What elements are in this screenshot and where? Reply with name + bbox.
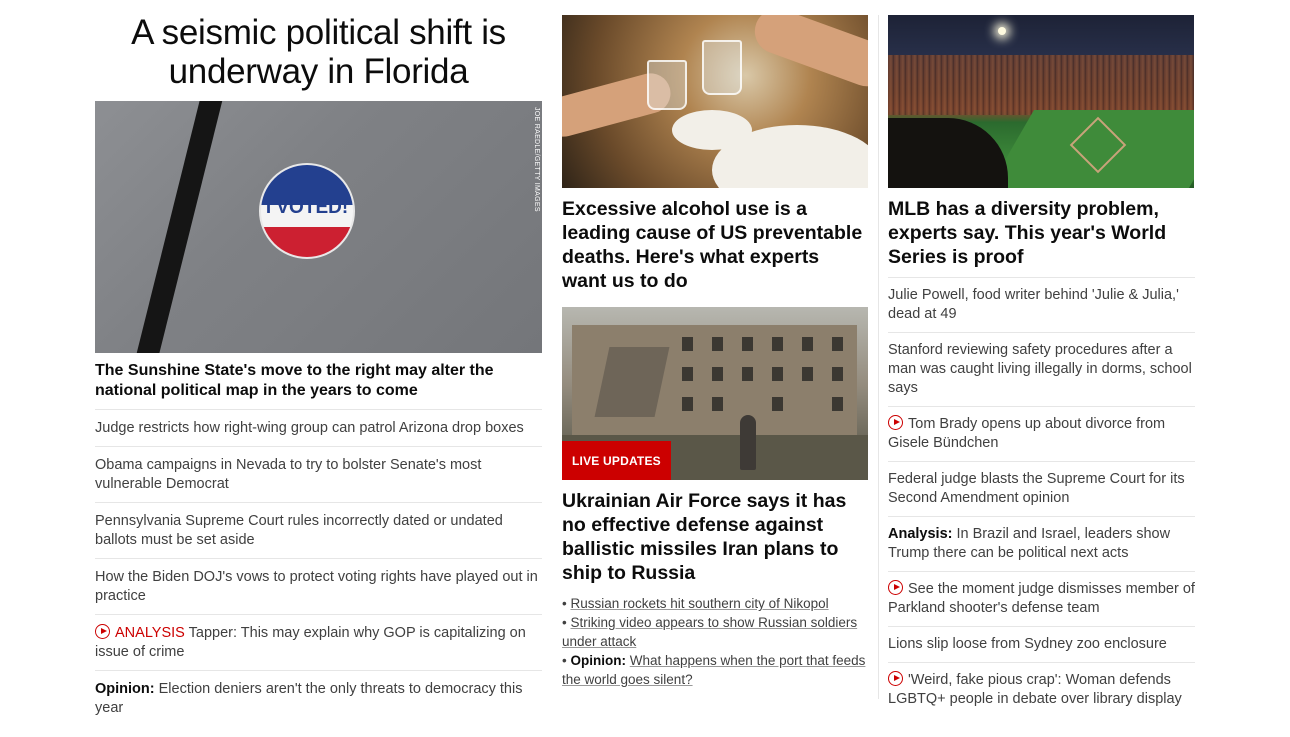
related-link[interactable]: • Opinion: What happens when the port th… — [562, 651, 868, 689]
photo-credit: JOE RAEDLE/GETTY IMAGES — [533, 107, 540, 212]
analysis-label: ANALYSIS — [115, 625, 185, 641]
hero-image[interactable]: I VOTED! JOE RAEDLE/GETTY IMAGES — [95, 101, 542, 353]
mlb-headline[interactable]: MLB has a diversity problem, experts say… — [888, 197, 1195, 278]
list-item[interactable]: Obama campaigns in Nevada to try to bols… — [95, 447, 542, 503]
list-item[interactable]: Pennsylvania Supreme Court rules incorre… — [95, 503, 542, 559]
list-item[interactable]: How the Biden DOJ's vows to protect voti… — [95, 559, 542, 615]
lead-column: A seismic political shift is underway in… — [95, 0, 542, 726]
ukraine-headline[interactable]: Ukrainian Air Force says it has no effec… — [562, 489, 868, 585]
sticker-text: I VOTED! — [265, 197, 349, 218]
right-column: MLB has a diversity problem, experts say… — [888, 0, 1195, 717]
ukraine-photo[interactable]: LIVE UPDATES — [562, 307, 868, 480]
list-item[interactable]: 'Weird, fake pious crap': Woman defends … — [888, 663, 1195, 717]
list-item[interactable]: Julie Powell, food writer behind 'Julie … — [888, 278, 1195, 333]
list-item[interactable]: See the moment judge dismisses member of… — [888, 572, 1195, 627]
lanyard-shape — [126, 101, 226, 353]
hero-headline[interactable]: A seismic political shift is underway in… — [95, 13, 542, 91]
related-links: • Russian rockets hit southern city of N… — [562, 594, 868, 689]
hero-subheadline[interactable]: The Sunshine State's move to the right m… — [95, 361, 542, 410]
list-item[interactable]: Lions slip loose from Sydney zoo enclosu… — [888, 627, 1195, 663]
list-item[interactable]: Stanford reviewing safety procedures aft… — [888, 333, 1195, 407]
opinion-label: Opinion: — [570, 653, 626, 668]
live-updates-badge[interactable]: LIVE UPDATES — [562, 441, 671, 480]
play-video-icon — [888, 415, 903, 430]
column-divider — [878, 15, 879, 699]
baseball-stadium-photo[interactable] — [888, 15, 1194, 188]
play-video-icon — [888, 580, 903, 595]
opinion-label: Opinion: — [95, 681, 155, 697]
analysis-label: Analysis: — [888, 526, 953, 542]
list-item[interactable]: Tom Brady opens up about divorce from Gi… — [888, 407, 1195, 462]
alcohol-photo[interactable] — [562, 15, 868, 188]
alcohol-headline[interactable]: Excessive alcohol use is a leading cause… — [562, 197, 868, 293]
related-link[interactable]: • Striking video appears to show Russian… — [562, 613, 868, 651]
related-link[interactable]: • Russian rockets hit southern city of N… — [562, 594, 868, 613]
list-item[interactable]: Opinion: Election deniers aren't the onl… — [95, 671, 542, 726]
middle-column: Excessive alcohol use is a leading cause… — [562, 0, 868, 689]
list-item[interactable]: Judge restricts how right-wing group can… — [95, 410, 542, 447]
play-video-icon — [888, 671, 903, 686]
list-item[interactable]: ANALYSIS Tapper: This may explain why GO… — [95, 615, 542, 671]
list-item[interactable]: Analysis: In Brazil and Israel, leaders … — [888, 517, 1195, 572]
play-video-icon — [95, 624, 110, 639]
voted-sticker: I VOTED! — [259, 163, 355, 259]
pedestrian — [740, 415, 756, 470]
list-item[interactable]: Federal judge blasts the Supreme Court f… — [888, 462, 1195, 517]
